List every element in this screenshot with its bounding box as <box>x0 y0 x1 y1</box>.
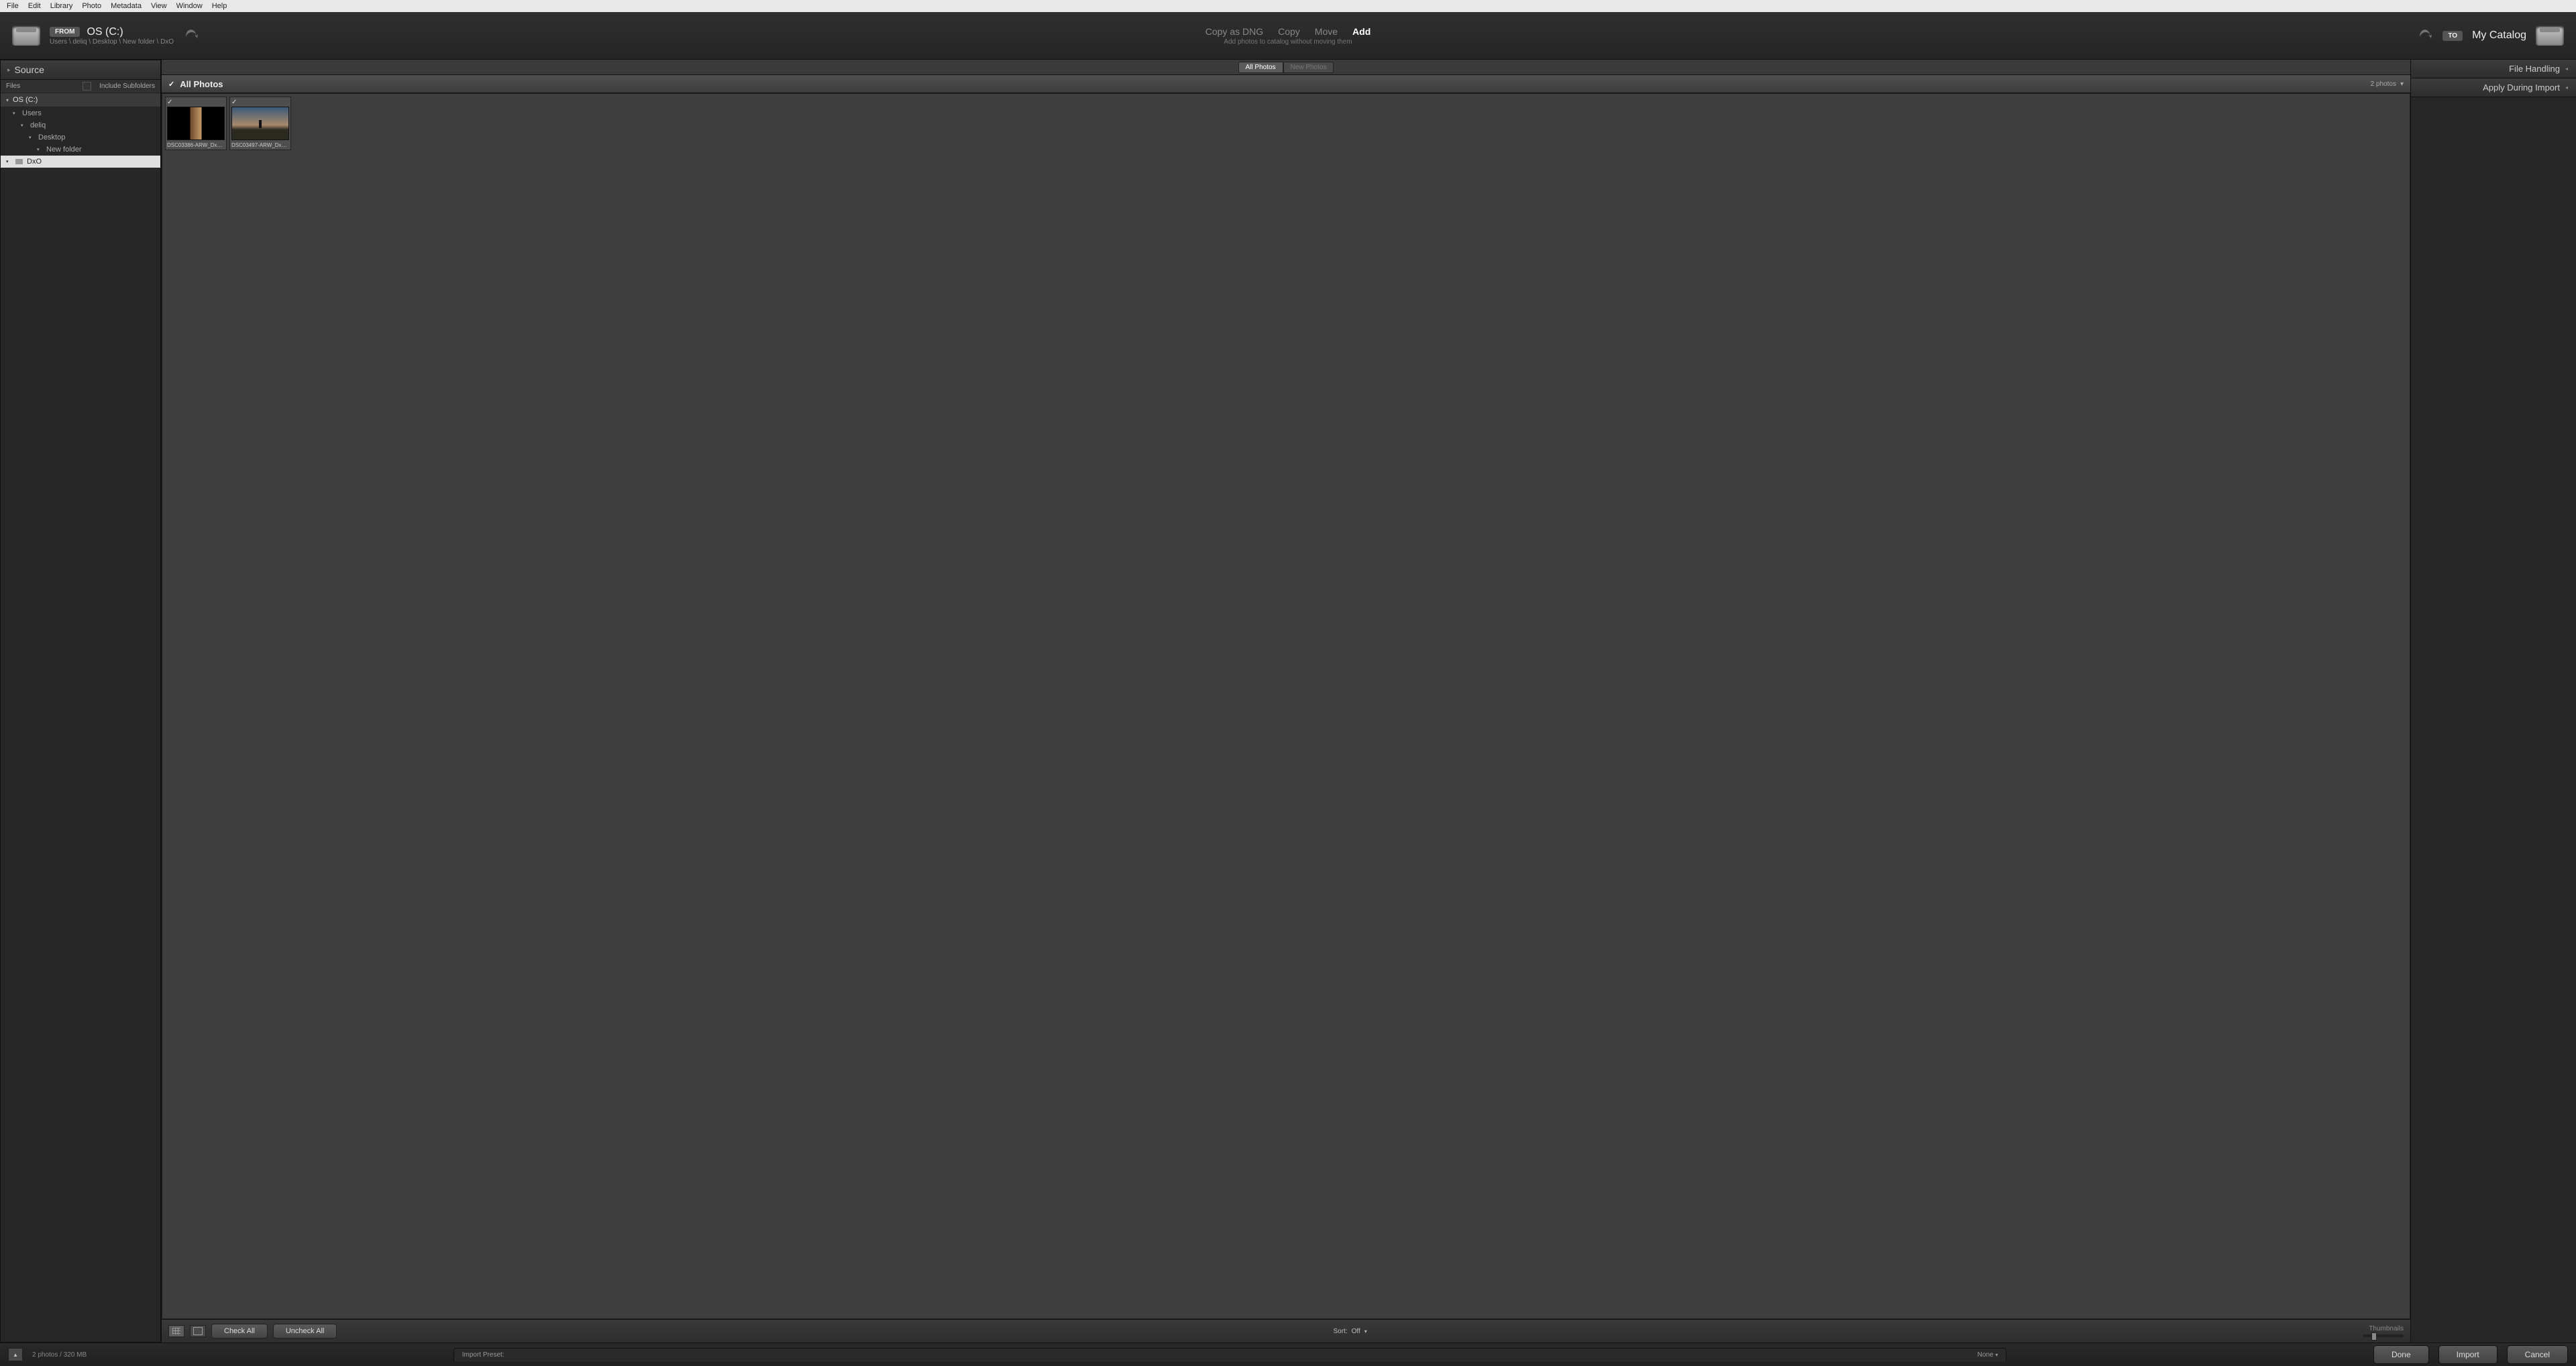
grid-view-button[interactable] <box>168 1325 184 1337</box>
from-badge: FROM <box>50 27 80 37</box>
include-subfolders-checkbox[interactable] <box>83 82 91 91</box>
thumbnail-checkbox[interactable]: ✓ <box>231 99 289 107</box>
chevron-down-icon: ▾ <box>29 135 34 140</box>
menu-view[interactable]: View <box>147 1 171 11</box>
menu-metadata[interactable]: Metadata <box>107 1 146 11</box>
view-filter-segment: All Photos New Photos <box>162 60 2410 75</box>
chevron-down-icon: ▾ <box>6 97 9 103</box>
preset-label: Import Preset: <box>462 1351 504 1359</box>
right-panel: File Handling ◂ Apply During Import ◂ <box>2410 60 2576 1343</box>
folder-label: deliq <box>30 121 46 129</box>
arrow-right-icon <box>183 27 199 44</box>
arrow-right-icon <box>2417 27 2433 44</box>
status-text: 2 photos / 320 MB <box>32 1351 87 1359</box>
import-preset-bar[interactable]: Import Preset: None ▾ <box>453 1348 2007 1361</box>
import-subtitle: Add photos to catalog without moving the… <box>1224 38 1352 46</box>
files-label: Files <box>6 82 20 90</box>
mode-copy[interactable]: Copy <box>1278 26 1300 37</box>
source-drive-label[interactable]: OS (C:) <box>87 26 123 38</box>
folder-label: Desktop <box>38 133 65 141</box>
loupe-view-button[interactable] <box>190 1325 206 1337</box>
folder-label: New folder <box>46 146 82 154</box>
drive-label: OS (C:) <box>13 96 38 104</box>
menu-library[interactable]: Library <box>46 1 77 11</box>
chevron-down-icon[interactable]: ▾ <box>2400 80 2404 88</box>
menu-edit[interactable]: Edit <box>24 1 45 11</box>
chevron-down-icon: ▾ <box>37 147 42 152</box>
top-bar: FROM OS (C:) Users \ deliq \ Desktop \ N… <box>0 12 2576 60</box>
thumbnail-image <box>167 107 225 140</box>
menu-photo[interactable]: Photo <box>78 1 105 11</box>
apply-during-import-header[interactable]: Apply During Import ◂ <box>2411 78 2576 97</box>
loupe-icon <box>193 1327 203 1335</box>
thumbnail-image <box>231 107 289 140</box>
source-panel-header[interactable]: ▸ Source <box>1 60 160 80</box>
apply-during-import-label: Apply During Import <box>2483 82 2560 93</box>
preset-value: None <box>1978 1351 1994 1359</box>
seg-new-photos[interactable]: New Photos <box>1283 62 1334 73</box>
source-panel: ▸ Source Files Include Subfolders ▾ OS (… <box>0 60 162 1343</box>
folder-tree-item[interactable]: ▾ DxO <box>1 156 160 168</box>
mode-move[interactable]: Move <box>1315 26 1338 37</box>
thumbnail-caption: DSC03386-ARW_DxO_... <box>167 142 225 148</box>
check-icon[interactable]: ✓ <box>168 80 174 89</box>
menu-bar: File Edit Library Photo Metadata View Wi… <box>0 0 2576 12</box>
done-button[interactable]: Done <box>2373 1345 2429 1364</box>
sort-value[interactable]: Off <box>1352 1328 1360 1335</box>
folder-tree-item[interactable]: ▾ Desktop <box>1 131 160 144</box>
folder-icon <box>15 159 23 164</box>
drive-row[interactable]: ▾ OS (C:) <box>1 93 160 107</box>
chevron-down-icon: ▾ <box>6 159 11 164</box>
bottom-bar: ▴ 2 photos / 320 MB Import Preset: None … <box>0 1343 2576 1366</box>
grid-header-title: All Photos <box>180 79 223 89</box>
thumbnail[interactable]: ✓ DSC03497-ARW_DxO_... <box>229 97 291 150</box>
file-handling-header[interactable]: File Handling ◂ <box>2411 60 2576 78</box>
import-mode-tabs: Copy as DNG Copy Move Add <box>1205 26 1371 37</box>
grid-header: ✓ All Photos 2 photos ▾ <box>162 75 2410 93</box>
seg-all-photos[interactable]: All Photos <box>1238 62 1283 73</box>
cancel-button[interactable]: Cancel <box>2507 1345 2568 1364</box>
source-panel-title: Source <box>15 64 44 75</box>
thumbnails-label: Thumbnails <box>2369 1325 2404 1332</box>
menu-file[interactable]: File <box>3 1 23 11</box>
hdd-icon <box>12 25 40 46</box>
thumbnail-size-slider[interactable] <box>2363 1334 2404 1337</box>
uncheck-all-button[interactable]: Uncheck All <box>273 1324 337 1339</box>
chevron-left-icon: ◂ <box>2565 66 2568 72</box>
sort-label: Sort: <box>1334 1328 1348 1335</box>
folder-tree-item[interactable]: ▾ New folder <box>1 144 160 156</box>
import-button[interactable]: Import <box>2438 1345 2498 1364</box>
chevron-down-icon[interactable]: ▾ <box>1364 1328 1367 1334</box>
mode-copy-dng[interactable]: Copy as DNG <box>1205 26 1263 37</box>
folder-tree-item[interactable]: ▾ Users <box>1 107 160 119</box>
destination-label[interactable]: My Catalog <box>2472 30 2526 42</box>
include-subfolders-label: Include Subfolders <box>99 82 155 90</box>
folder-label: DxO <box>27 158 42 166</box>
photo-count: 2 photos <box>2371 80 2396 88</box>
chevron-left-icon: ◂ <box>2565 84 2568 91</box>
check-all-button[interactable]: Check All <box>211 1324 268 1339</box>
menu-help[interactable]: Help <box>208 1 231 11</box>
thumbnail[interactable]: ✓ DSC03386-ARW_DxO_... <box>165 97 227 150</box>
folder-tree: ▾ Users ▾ deliq ▾ Desktop ▾ New folder ▾ DxO <box>1 107 160 168</box>
thumbnail-grid: ✓ DSC03386-ARW_DxO_... ✓ DSC03497-ARW_DxO_.… <box>162 93 2410 1319</box>
file-handling-label: File Handling <box>2509 64 2560 74</box>
collapse-button[interactable]: ▴ <box>8 1348 23 1361</box>
hdd-icon <box>2536 25 2564 46</box>
thumbnail-checkbox[interactable]: ✓ <box>167 99 225 107</box>
chevron-down-icon: ▾ <box>21 123 26 128</box>
to-badge: TO <box>2443 31 2463 41</box>
menu-window[interactable]: Window <box>172 1 207 11</box>
chevron-down-icon: ▾ <box>13 111 18 116</box>
source-breadcrumb: Users \ deliq \ Desktop \ New folder \ D… <box>50 38 174 46</box>
mode-add[interactable]: Add <box>1352 26 1371 37</box>
grid-icon <box>172 1328 180 1334</box>
folder-tree-item[interactable]: ▾ deliq <box>1 119 160 131</box>
thumbnail-caption: DSC03497-ARW_DxO_... <box>231 142 289 148</box>
grid-footer: Check All Uncheck All Sort: Off ▾ Thumbn… <box>162 1319 2410 1343</box>
chevron-right-icon: ▸ <box>7 66 11 74</box>
chevron-down-icon: ▾ <box>1995 1352 1998 1358</box>
folder-label: Users <box>22 109 42 117</box>
